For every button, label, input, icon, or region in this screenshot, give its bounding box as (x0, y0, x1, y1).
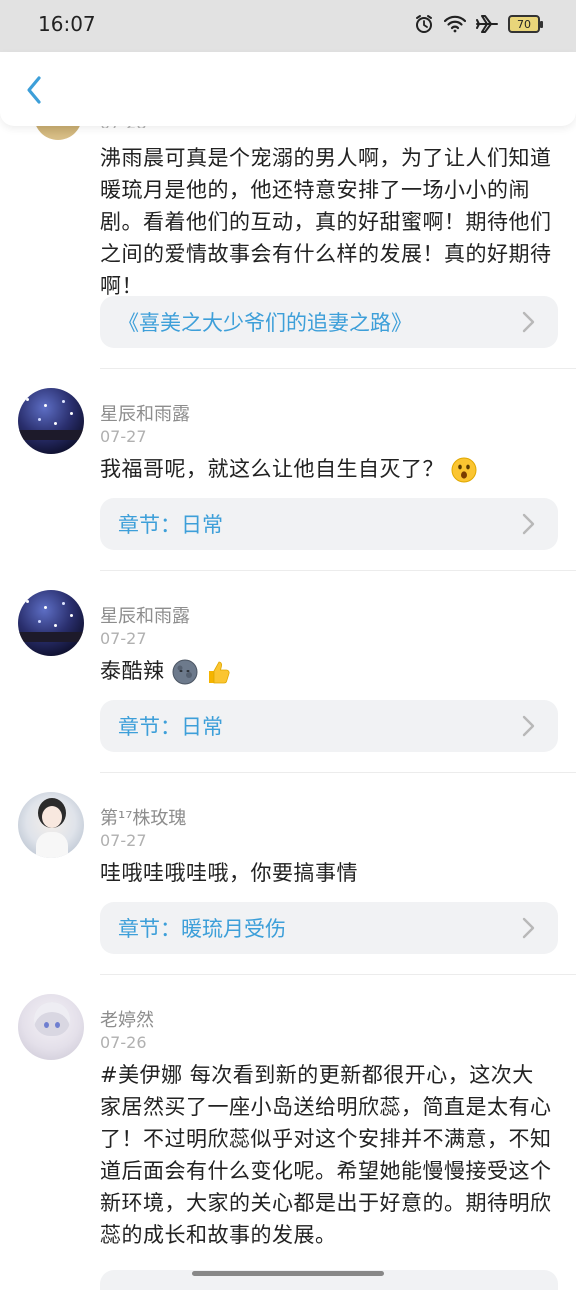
status-time: 16:07 (38, 12, 96, 36)
avatar[interactable] (18, 994, 84, 1060)
divider (100, 570, 576, 571)
comment-text: 泰酷辣 (100, 655, 552, 687)
comment-feed[interactable]: 07-28 沸雨晨可真是个宠溺的男人啊，为了让人们知道暖琉月是他的，他还特意安排… (0, 0, 576, 1280)
chapter-prefix: 章节： (118, 711, 181, 741)
comment-text: 沸雨晨可真是个宠溺的男人啊，为了让人们知道暖琉月是他的，他还特意安排了一场小小的… (100, 142, 552, 302)
book-title-label: 《喜美之大少爷们的追妻之路》 (118, 307, 412, 337)
chapter-prefix: 章节： (118, 509, 181, 539)
chapter-title: 日常 (181, 711, 223, 741)
username[interactable]: 星辰和雨露 (100, 602, 190, 628)
moon-face-icon (172, 659, 198, 685)
battery-icon: 70 (508, 15, 540, 33)
chevron-right-icon (522, 917, 536, 939)
avatar[interactable] (18, 590, 84, 656)
status-bar: 16:07 70 (0, 0, 576, 52)
chapter-link-card[interactable]: 章节： 暖琉月受伤 (100, 902, 558, 954)
chapter-prefix: 章节： (118, 913, 181, 943)
comment-date: 07-27 (100, 629, 147, 648)
username[interactable]: 星辰和雨露 (100, 400, 190, 426)
battery-level: 70 (517, 19, 531, 30)
comment-text: 我福哥呢，就这么让他自生自灭了？ (100, 453, 552, 485)
comment-text: 哇哦哇哦哇哦，你要搞事情 (100, 857, 552, 889)
username[interactable]: 老婷然 (100, 1006, 154, 1032)
status-icons: 70 (414, 14, 540, 34)
back-button[interactable] (16, 72, 52, 108)
home-indicator[interactable] (192, 1271, 384, 1276)
comment-date: 07-27 (100, 831, 147, 850)
divider (100, 772, 576, 773)
comment-date: 07-26 (100, 1033, 147, 1052)
nav-bar (0, 52, 576, 126)
comment-date: 07-27 (100, 427, 147, 446)
wifi-icon (444, 15, 466, 33)
chevron-right-icon (522, 311, 536, 333)
chevron-right-icon (522, 715, 536, 737)
airplane-mode-icon (476, 14, 498, 34)
book-link-card[interactable]: 《喜美之大少爷们的追妻之路》 (100, 296, 558, 348)
chevron-left-icon (25, 75, 43, 105)
chapter-title: 日常 (181, 509, 223, 539)
avatar[interactable] (18, 792, 84, 858)
chapter-link-card[interactable]: 章节： 日常 (100, 700, 558, 752)
surprised-face-icon (451, 457, 477, 483)
chapter-title: 暖琉月受伤 (181, 913, 286, 943)
alarm-icon (414, 14, 434, 34)
divider (100, 974, 576, 975)
divider (100, 368, 576, 369)
chapter-link-card[interactable]: 章节： 日常 (100, 498, 558, 550)
thumbs-up-icon (205, 659, 231, 685)
chevron-right-icon (522, 513, 536, 535)
comment-text: #美伊娜 每次看到新的更新都很开心，这次大家居然买了一座小岛送给明欣蕊，简直是太… (100, 1059, 552, 1251)
username[interactable]: 第¹⁷株玫瑰 (100, 804, 186, 830)
comment-text-content: 我福哥呢，就这么让他自生自灭了？ (100, 457, 444, 481)
comment-text-content: 泰酷辣 (100, 659, 165, 683)
avatar[interactable] (18, 388, 84, 454)
